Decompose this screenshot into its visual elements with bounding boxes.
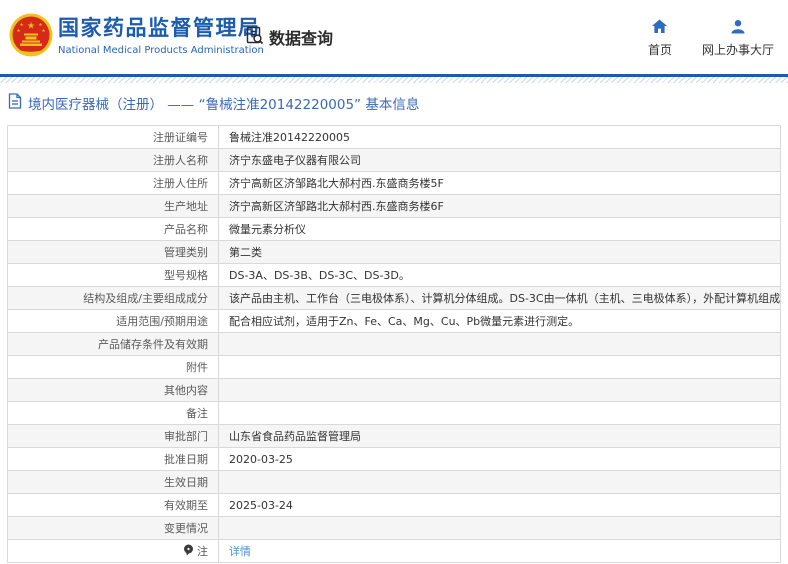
nav-home-label: 首页 <box>647 43 672 57</box>
svg-text:★: ★ <box>19 22 23 28</box>
row-label: 结构及组成/主要组成成分 <box>7 286 219 310</box>
row-value: 山东省食品药品监督管理局 <box>218 424 781 448</box>
page-header: ★ ★ ★ ★ ★ 国家药品监督管理局 National Medical Pro… <box>0 0 788 74</box>
row-label: 型号规格 <box>7 263 219 287</box>
row-value: DS-3A、DS-3B、DS-3C、DS-3D。 <box>218 263 781 287</box>
table-row: 备注 <box>7 401 781 425</box>
row-value: 2025-03-24 <box>218 493 781 517</box>
row-value: 微量元素分析仪 <box>218 217 781 241</box>
row-value: 济宁高新区济邹路北大郝村西.东盛商务楼5F <box>218 171 781 195</box>
row-value <box>218 378 781 402</box>
table-row: 注册证编号 鲁械注准20142220005 <box>7 125 781 149</box>
svg-text:★: ★ <box>16 28 20 34</box>
details-link[interactable]: 详情 <box>229 545 251 558</box>
table-row: 注册人住所 济宁高新区济邹路北大郝村西.东盛商务楼5F <box>7 171 781 195</box>
row-label: 其他内容 <box>7 378 219 402</box>
row-value: 第二类 <box>218 240 781 264</box>
nav-home[interactable]: 首页 <box>648 19 672 58</box>
row-label: 批准日期 <box>7 447 219 471</box>
table-row: 变更情况 <box>7 516 781 540</box>
home-icon <box>651 19 668 37</box>
row-label: 管理类别 <box>7 240 219 264</box>
row-label: 注册人名称 <box>7 148 219 172</box>
row-label: 审批部门 <box>7 424 219 448</box>
table-row: 注 详情 <box>7 539 781 563</box>
svg-text:★: ★ <box>27 22 35 32</box>
row-value <box>218 516 781 540</box>
person-icon <box>730 19 746 37</box>
row-value <box>218 332 781 356</box>
national-emblem-icon: ★ ★ ★ ★ ★ <box>9 13 53 57</box>
nmpa-emblem-logo[interactable]: ★ ★ ★ ★ ★ <box>9 13 53 57</box>
row-value: 鲁械注准20142220005 <box>218 125 781 149</box>
table-row: 注册人名称 济宁东盛电子仪器有限公司 <box>7 148 781 172</box>
org-title-block: 国家药品监督管理局 National Medical Products Admi… <box>58 16 264 56</box>
data-query-doc-search-icon <box>245 26 264 49</box>
row-value: 济宁东盛电子仪器有限公司 <box>218 148 781 172</box>
row-value: 该产品由主机、工作台（三电极体系）、计算机分体组成。DS-3C由一体机（主机、三… <box>218 286 781 310</box>
note-bubble-icon <box>183 544 194 559</box>
row-label: 有效期至 <box>7 493 219 517</box>
top-navigation: 首页 网上办事大厅 <box>648 19 774 58</box>
table-row: 产品名称 微量元素分析仪 <box>7 217 781 241</box>
row-value: 详情 <box>218 539 781 563</box>
row-value <box>218 470 781 494</box>
row-label: 产品储存条件及有效期 <box>7 332 219 356</box>
row-label: 注册证编号 <box>7 125 219 149</box>
nav-online-hall[interactable]: 网上办事大厅 <box>702 19 774 58</box>
registration-info-table: 注册证编号 鲁械注准20142220005 注册人名称 济宁东盛电子仪器有限公司… <box>7 125 781 563</box>
nav-online-hall-label: 网上办事大厅 <box>701 43 774 57</box>
table-row: 结构及组成/主要组成成分 该产品由主机、工作台（三电极体系）、计算机分体组成。D… <box>7 286 781 310</box>
row-label: 生效日期 <box>7 470 219 494</box>
row-label: 注 <box>7 539 219 563</box>
row-label-text: 注 <box>197 545 208 558</box>
row-label: 附件 <box>7 355 219 379</box>
table-row: 批准日期 2020-03-25 <box>7 447 781 471</box>
table-row: 产品储存条件及有效期 <box>7 332 781 356</box>
table-row: 适用范围/预期用途 配合相应试剂，适用于Zn、Fe、Ca、Mg、Cu、Pb微量元… <box>7 309 781 333</box>
row-value <box>218 401 781 425</box>
row-label: 产品名称 <box>7 217 219 241</box>
table-row: 型号规格 DS-3A、DS-3B、DS-3C、DS-3D。 <box>7 263 781 287</box>
table-row: 有效期至 2025-03-24 <box>7 493 781 517</box>
svg-text:★: ★ <box>38 22 42 28</box>
data-query-nav[interactable]: 数据查询 <box>245 25 333 49</box>
org-name-cn: 国家药品监督管理局 <box>58 16 261 40</box>
table-row: 生效日期 <box>7 470 781 494</box>
breadcrumb: 境内医疗器械（注册） —— “鲁械注准20142220005” 基本信息 <box>0 83 788 122</box>
data-query-label: 数据查询 <box>269 29 334 48</box>
table-row: 其他内容 <box>7 378 781 402</box>
row-label: 生产地址 <box>7 194 219 218</box>
row-label: 变更情况 <box>7 516 219 540</box>
row-value: 配合相应试剂，适用于Zn、Fe、Ca、Mg、Cu、Pb微量元素进行测定。 <box>218 309 781 333</box>
table-row: 管理类别 第二类 <box>7 240 781 264</box>
table-row: 生产地址 济宁高新区济邹路北大郝村西.东盛商务楼6F <box>7 194 781 218</box>
breadcrumb-text: 境内医疗器械（注册） —— “鲁械注准20142220005” 基本信息 <box>28 97 420 113</box>
row-value: 济宁高新区济邹路北大郝村西.东盛商务楼6F <box>218 194 781 218</box>
table-row: 审批部门 山东省食品药品监督管理局 <box>7 424 781 448</box>
row-value <box>218 355 781 379</box>
org-name-en: National Medical Products Administration <box>58 45 264 57</box>
table-row: 附件 <box>7 355 781 379</box>
row-label: 注册人住所 <box>7 171 219 195</box>
document-icon <box>8 93 22 113</box>
row-value: 2020-03-25 <box>218 447 781 471</box>
row-label: 备注 <box>7 401 219 425</box>
svg-text:★: ★ <box>41 28 45 34</box>
row-label: 适用范围/预期用途 <box>7 309 219 333</box>
